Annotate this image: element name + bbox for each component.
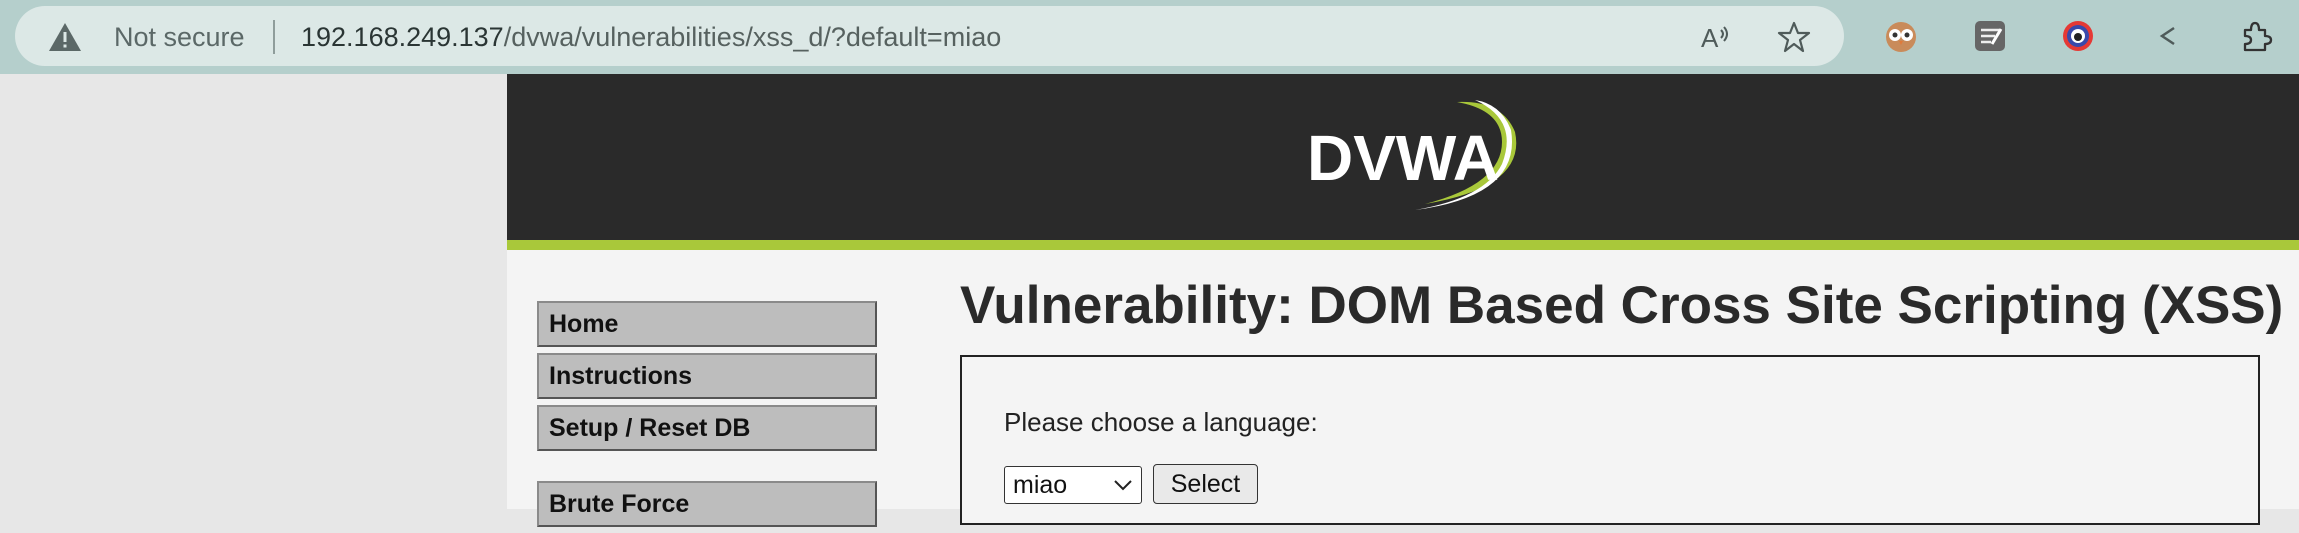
menu-item-setup[interactable]: Setup / Reset DB <box>537 405 877 451</box>
security-label[interactable]: Not secure <box>114 22 245 52</box>
side-menu: Home Instructions Setup / Reset DB Brute… <box>537 301 877 533</box>
menu-item-brute-force[interactable]: Brute Force <box>537 481 877 527</box>
extension-back-icon[interactable] <box>2150 18 2186 54</box>
header-accent-stripe <box>507 240 2299 250</box>
menu-item-home[interactable]: Home <box>537 301 877 347</box>
extension-eye-icon[interactable] <box>2060 18 2096 54</box>
chevron-down-icon <box>1114 480 1132 491</box>
extension-notes-icon[interactable] <box>1972 18 2008 54</box>
menu-gap <box>537 457 877 481</box>
url-text[interactable]: 192.168.249.137/dvwa/vulnerabilities/xss… <box>301 22 1001 52</box>
svg-text:A: A <box>1701 23 1719 53</box>
page-title: Vulnerability: DOM Based Cross Site Scri… <box>960 276 2284 335</box>
read-aloud-icon[interactable]: A <box>1699 20 1733 54</box>
favorite-star-icon[interactable] <box>1777 20 1811 54</box>
dvwa-page: DVWA Home Instructions Setup / Reset DB … <box>507 74 2299 527</box>
language-select[interactable]: miao <box>1004 466 1142 504</box>
address-bar[interactable]: Not secure 192.168.249.137/dvwa/vulnerab… <box>15 6 1844 66</box>
menu-item-instructions[interactable]: Instructions <box>537 353 877 399</box>
select-button[interactable]: Select <box>1153 464 1258 504</box>
browser-toolbar: Not secure 192.168.249.137/dvwa/vulnerab… <box>0 0 2299 74</box>
url-host: 192.168.249.137 <box>301 22 504 52</box>
warning-icon[interactable] <box>48 22 82 52</box>
header-banner: DVWA <box>507 74 2299 240</box>
address-separator <box>273 20 275 54</box>
logo-text: DVWA <box>1307 122 1499 194</box>
dvwa-logo: DVWA <box>1307 100 1517 210</box>
language-prompt: Please choose a language: <box>1004 407 1318 437</box>
vulnerable-code-area: Please choose a language: miao Select <box>960 355 2260 525</box>
extension-owl-icon[interactable] <box>1883 18 1919 54</box>
selected-language: miao <box>1013 471 1068 499</box>
url-path: /dvwa/vulnerabilities/xss_d/?default=mia… <box>503 22 1002 52</box>
extensions-puzzle-icon[interactable] <box>2237 18 2273 54</box>
